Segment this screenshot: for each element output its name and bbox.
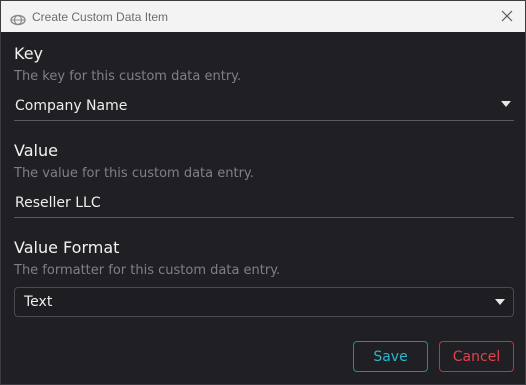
title-bar: Create Custom Data Item <box>1 1 525 32</box>
chevron-down-icon <box>495 299 505 305</box>
close-icon <box>501 7 513 26</box>
key-field-group: Key The key for this custom data entry. … <box>14 44 514 121</box>
app-logo-icon <box>10 11 26 25</box>
custom-data-dialog: Create Custom Data Item Key The key for … <box>0 0 526 385</box>
key-label: Key <box>14 44 44 63</box>
value-label: Value <box>14 141 58 160</box>
value-input-text: Reseller LLC <box>15 195 101 211</box>
cancel-button[interactable]: Cancel <box>439 341 514 372</box>
value-input[interactable]: Reseller LLC <box>14 193 514 218</box>
key-description: The key for this custom data entry. <box>14 69 242 84</box>
value-format-select[interactable]: Text <box>14 287 514 317</box>
close-button[interactable] <box>493 2 521 30</box>
value-format-select-value: Text <box>24 294 53 310</box>
key-select-value: Company Name <box>15 98 128 114</box>
window-title: Create Custom Data Item <box>32 9 169 24</box>
value-format-label: Value Format <box>14 238 120 257</box>
value-format-field-group: Value Format The formatter for this cust… <box>14 238 514 317</box>
value-description: The value for this custom data entry. <box>14 166 254 181</box>
value-format-description: The formatter for this custom data entry… <box>14 263 281 278</box>
chevron-down-icon <box>501 101 511 107</box>
value-field-group: Value The value for this custom data ent… <box>14 141 514 218</box>
key-select[interactable]: Company Name <box>14 96 514 121</box>
save-button[interactable]: Save <box>353 341 428 372</box>
